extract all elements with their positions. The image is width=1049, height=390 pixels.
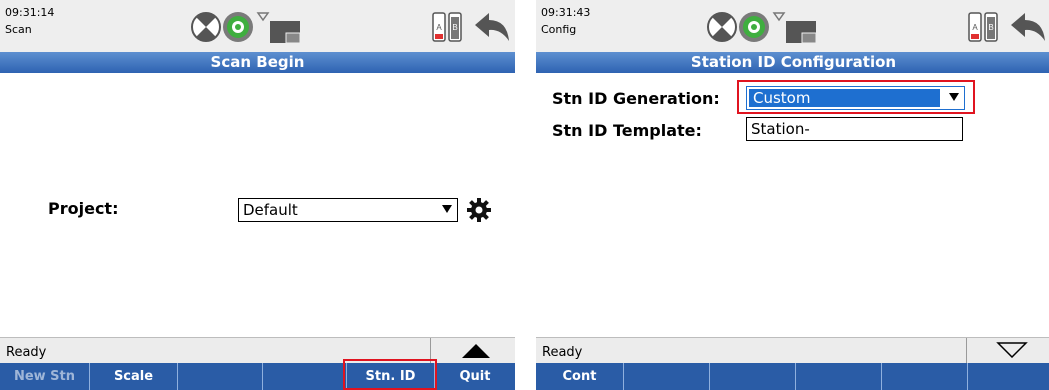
wifi-icon — [772, 12, 786, 22]
status-row: Ready — [0, 337, 515, 364]
svg-text:B: B — [988, 23, 993, 32]
chevron-down-icon — [949, 93, 959, 101]
station-id-button[interactable]: Stn. ID — [347, 363, 435, 390]
page-title: Scan Begin — [0, 52, 515, 73]
mode-label: Config — [541, 23, 577, 36]
divider — [430, 338, 431, 364]
gear-icon[interactable] — [466, 197, 492, 223]
scanner-icon[interactable] — [191, 12, 221, 42]
right-status-icons: A B — [968, 12, 1045, 42]
target-icon[interactable] — [223, 12, 253, 42]
page-title: Station ID Configuration — [536, 52, 1049, 73]
status-text: Ready — [542, 345, 583, 360]
wifi-icon — [256, 12, 270, 22]
template-input[interactable]: Station- — [746, 117, 963, 141]
status-row: Ready — [536, 337, 1049, 364]
right-status-icons: A B — [432, 12, 509, 42]
softkey-6[interactable] — [968, 363, 1049, 390]
generation-select[interactable]: Custom — [746, 86, 965, 110]
screen-icon — [786, 21, 817, 44]
screen-icon — [270, 21, 301, 44]
divider — [966, 338, 967, 364]
softkey-4[interactable] — [263, 363, 347, 390]
triangle-down-icon[interactable] — [996, 342, 1028, 358]
battery-icon[interactable]: A B — [968, 12, 998, 42]
clock: 09:31:14 — [5, 6, 55, 19]
back-icon[interactable] — [1011, 13, 1045, 41]
scanner-icon[interactable] — [707, 12, 737, 42]
generation-select-value: Custom — [753, 89, 811, 107]
continue-button[interactable]: Cont — [536, 363, 624, 390]
softkey-bar: Cont — [536, 363, 1049, 390]
softkey-4[interactable] — [796, 363, 882, 390]
softkey-3[interactable] — [178, 363, 263, 390]
chevron-down-icon — [442, 205, 452, 213]
project-select-value: Default — [243, 201, 298, 219]
project-label: Project: — [48, 199, 119, 218]
scan-screen: 09:31:14 Scan A B Scan Begin Project: De… — [0, 0, 515, 390]
clock: 09:31:43 — [541, 6, 591, 19]
softkey-bar: New Stn Scale Stn. ID Quit — [0, 363, 515, 390]
battery-icon[interactable]: A B — [432, 12, 462, 42]
softkey-2[interactable] — [624, 363, 710, 390]
softkey-5[interactable] — [882, 363, 968, 390]
new-station-button[interactable]: New Stn — [0, 363, 90, 390]
svg-text:B: B — [452, 23, 457, 32]
back-icon[interactable] — [475, 13, 509, 41]
status-text: Ready — [6, 345, 47, 360]
softkey-3[interactable] — [710, 363, 796, 390]
status-icons — [191, 12, 301, 44]
quit-button[interactable]: Quit — [435, 363, 515, 390]
mode-label: Scan — [5, 23, 32, 36]
triangle-up-icon[interactable] — [460, 343, 492, 359]
project-select[interactable]: Default — [238, 198, 458, 222]
status-bar: 09:31:14 Scan A B — [0, 0, 515, 52]
svg-text:A: A — [972, 23, 978, 32]
template-label: Stn ID Template: — [552, 121, 702, 140]
config-screen: 09:31:43 Config A B Station ID Configura… — [536, 0, 1049, 390]
template-input-value: Station- — [751, 120, 810, 138]
svg-text:A: A — [436, 23, 442, 32]
target-icon[interactable] — [739, 12, 769, 42]
status-icons — [707, 12, 817, 44]
status-bar: 09:31:43 Config A B — [536, 0, 1049, 52]
scale-button[interactable]: Scale — [90, 363, 178, 390]
generation-label: Stn ID Generation: — [552, 89, 720, 108]
